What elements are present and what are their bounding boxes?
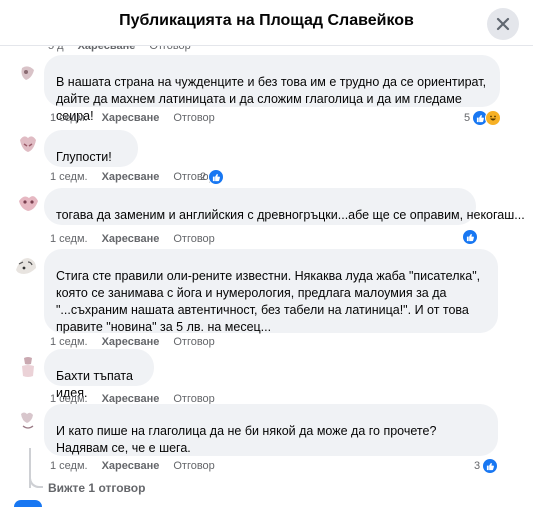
reaction-count: 3 <box>474 460 481 472</box>
close-icon <box>496 17 510 31</box>
reply-button[interactable]: Отговор <box>173 460 214 472</box>
dialog-header: Публикацията на Площад Славейков <box>0 0 533 46</box>
reaction-summary[interactable]: 3 <box>474 458 499 474</box>
comment-text: тогава да заменим и английския с древног… <box>56 208 525 222</box>
like-icon <box>208 169 225 185</box>
author-name[interactable] <box>56 257 156 266</box>
avatar[interactable] <box>12 58 44 90</box>
author-name[interactable] <box>56 412 146 421</box>
comment-actions: 1 седм. Харесване Отговор <box>50 171 215 183</box>
comment-bubble: И като пише на глаголица да не би някой … <box>44 404 498 456</box>
like-button[interactable]: Харесване <box>102 460 160 472</box>
comment-bubble: Стига сте правили оли-рените известни. Н… <box>44 249 498 334</box>
comment-time[interactable]: 1 седм. <box>50 460 88 472</box>
like-button[interactable]: Харесване <box>102 112 160 124</box>
avatar[interactable] <box>12 352 44 384</box>
reaction-count: 5 <box>464 112 471 124</box>
comment-bubble: тогава да заменим и английския с древног… <box>44 188 525 225</box>
author-name[interactable] <box>56 196 146 205</box>
comment-bubble: Бахти тъпата идея. <box>44 349 154 400</box>
reaction-count: 2 <box>200 171 207 183</box>
author-name[interactable] <box>56 138 116 147</box>
reply-button[interactable]: Отговор <box>173 112 214 124</box>
like-button[interactable]: Харесване <box>102 336 160 348</box>
comment-text: Стига сте правили оли-рените известни. Н… <box>56 269 481 334</box>
comment-time[interactable]: 1 седм. <box>50 112 88 124</box>
avatar[interactable] <box>12 406 44 438</box>
scrollbar[interactable] <box>525 46 531 507</box>
comment-actions: 1 седм. Харесване Отговор <box>50 460 215 472</box>
comment-actions: 1 седм. Харесване Отговор <box>50 112 215 124</box>
comment-time[interactable]: 1 седм. <box>50 336 88 348</box>
like-icon <box>482 458 499 474</box>
comment-actions: 1 седм. Харесване Отговор <box>50 336 215 348</box>
like-icon <box>462 229 478 245</box>
avatar[interactable] <box>12 128 44 160</box>
comment-text: И като пише на глаголица да не би някой … <box>56 424 437 455</box>
next-comment-avatar[interactable] <box>14 500 42 507</box>
reply-button[interactable]: Отговор <box>173 233 214 245</box>
haha-icon <box>485 110 502 126</box>
avatar[interactable] <box>12 187 44 219</box>
author-name[interactable] <box>56 357 112 366</box>
reaction-summary[interactable]: 2 <box>200 169 225 185</box>
reaction-summary[interactable] <box>460 229 478 245</box>
like-button[interactable]: Харесване <box>102 171 160 183</box>
close-button[interactable] <box>487 8 519 40</box>
like-button[interactable]: Харесване <box>102 233 160 245</box>
comment-text: Глупости! <box>56 150 112 164</box>
comment-time[interactable]: 1 седм. <box>50 233 88 245</box>
reaction-summary[interactable]: 5 <box>464 110 502 126</box>
comment-time[interactable]: 1 седм. <box>50 171 88 183</box>
view-replies-link[interactable]: Вижте 1 отговор <box>48 481 145 495</box>
comment-actions: 1 седм. Харесване Отговор <box>50 233 215 245</box>
comment-bubble: В нашата страна на чужденците и без това… <box>44 55 500 123</box>
dialog-title: Публикацията на Площад Славейков <box>119 12 414 29</box>
author-name[interactable] <box>56 63 146 72</box>
reply-button[interactable]: Отговор <box>173 336 214 348</box>
avatar[interactable] <box>10 250 42 282</box>
comment-bubble: Глупости! <box>44 130 138 167</box>
